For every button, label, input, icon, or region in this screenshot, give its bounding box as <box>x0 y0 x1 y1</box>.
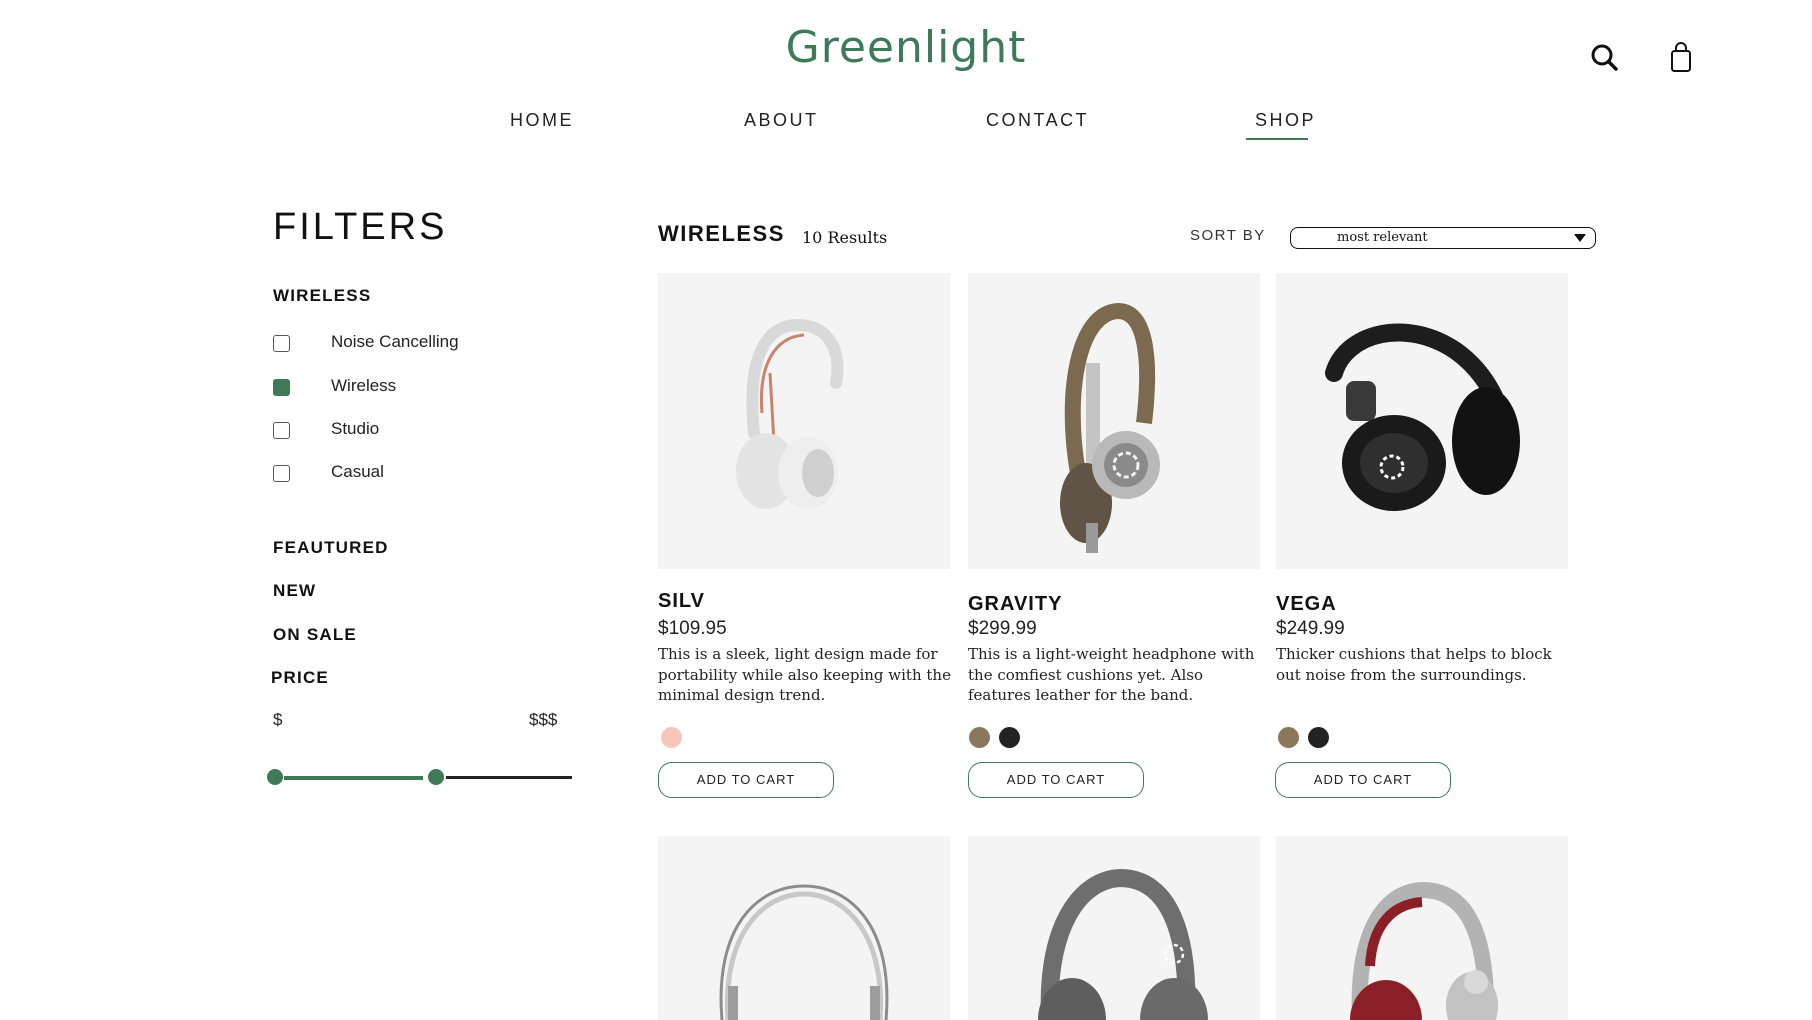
checkbox[interactable] <box>273 422 290 439</box>
add-to-cart-button-silv[interactable]: ADD TO CART <box>658 762 834 798</box>
product-price-gravity: $299.99 <box>968 618 1037 639</box>
price-slider-min-handle[interactable] <box>267 769 283 785</box>
caret-down-icon <box>1574 234 1586 242</box>
results-category: WIRELESS <box>658 221 785 246</box>
color-swatch-black[interactable] <box>1308 727 1329 748</box>
product-image-5[interactable] <box>968 836 1260 1020</box>
nav-shop[interactable]: SHOP <box>1255 110 1316 131</box>
color-swatch-brown[interactable] <box>969 727 990 748</box>
color-swatch-brown[interactable] <box>1278 727 1299 748</box>
color-swatch-pink[interactable] <box>661 727 682 748</box>
filter-price-heading: PRICE <box>271 668 329 687</box>
product-image-4[interactable] <box>658 836 950 1020</box>
product-price-silv: $109.95 <box>658 618 727 639</box>
filter-option-label: Casual <box>331 462 384 481</box>
add-to-cart-button-vega[interactable]: ADD TO CART <box>1275 762 1451 798</box>
product-description-vega: Thicker cushions that helps to block out… <box>1276 645 1552 684</box>
filter-category-heading: WIRELESS <box>273 286 372 305</box>
sort-select[interactable]: most relevant <box>1290 227 1596 249</box>
price-slider-max-handle[interactable] <box>428 769 444 785</box>
nav-home[interactable]: HOME <box>510 110 574 131</box>
brand-logo[interactable]: Greenlight <box>0 22 1812 73</box>
price-slider-track[interactable] <box>446 776 572 779</box>
checkbox-checked[interactable] <box>273 379 290 396</box>
filter-option-label: Studio <box>331 419 380 438</box>
product-name-silv[interactable]: SILV <box>658 590 705 613</box>
product-price-vega: $249.99 <box>1276 618 1345 639</box>
product-name-vega[interactable]: VEGA <box>1276 593 1337 616</box>
product-image-gravity[interactable] <box>968 273 1260 569</box>
filter-featured[interactable]: FEAUTURED <box>273 538 389 558</box>
color-swatch-black[interactable] <box>999 727 1020 748</box>
filter-option-label: Wireless <box>331 376 397 395</box>
results-count: 10 Results <box>802 228 888 247</box>
nav-about[interactable]: ABOUT <box>744 110 819 131</box>
product-description-silv: This is a sleek, light design made for p… <box>658 645 951 704</box>
filter-new[interactable]: NEW <box>273 581 316 601</box>
nav-active-underline <box>1246 138 1308 140</box>
product-image-silv[interactable] <box>658 273 950 569</box>
filter-option-label: Noise Cancelling <box>331 332 459 351</box>
product-description-gravity: This is a light-weight headphone with th… <box>968 645 1255 704</box>
filters-title: FILTERS <box>273 206 448 248</box>
nav-contact[interactable]: CONTACT <box>986 110 1089 131</box>
filter-on-sale[interactable]: ON SALE <box>273 625 357 645</box>
product-image-vega[interactable] <box>1276 273 1568 569</box>
product-image-6[interactable] <box>1276 836 1568 1020</box>
checkbox[interactable] <box>273 335 290 352</box>
shopping-bag-icon[interactable] <box>1664 40 1698 74</box>
sort-by-label: SORT BY <box>1190 227 1266 244</box>
price-slider-active-range <box>284 776 423 780</box>
price-max-label: $$$ <box>529 710 558 729</box>
search-icon[interactable] <box>1588 40 1622 74</box>
add-to-cart-button-gravity[interactable]: ADD TO CART <box>968 762 1144 798</box>
checkbox[interactable] <box>273 465 290 482</box>
price-min-label: $ <box>273 710 283 729</box>
sort-selected-value: most relevant <box>1337 230 1428 245</box>
product-name-gravity[interactable]: GRAVITY <box>968 593 1062 616</box>
